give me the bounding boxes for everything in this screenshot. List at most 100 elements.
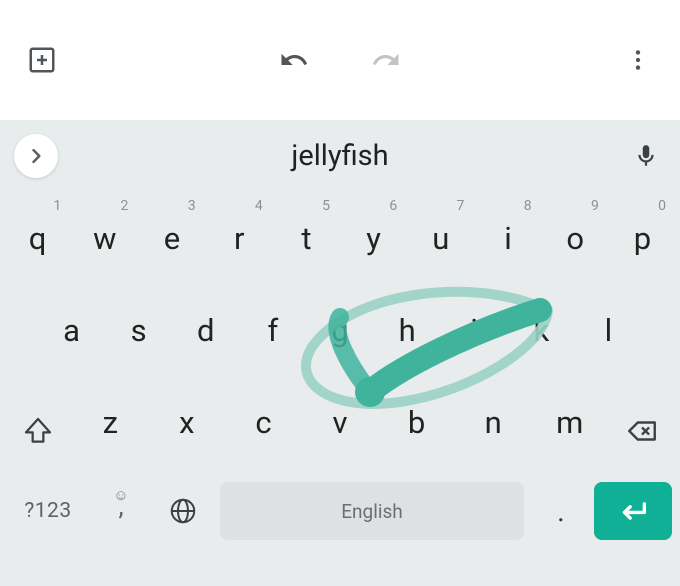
key-label: g (331, 312, 348, 349)
key-l[interactable]: l (575, 284, 642, 376)
redo-button[interactable] (366, 40, 406, 80)
key-c[interactable]: c (225, 404, 302, 441)
microphone-icon (633, 143, 659, 169)
expand-suggestion-button[interactable] (14, 134, 58, 178)
row3-letters: z x c v b n m (72, 404, 608, 441)
key-hint: 6 (389, 198, 397, 214)
comma-emoji-key[interactable]: ☺ , (92, 480, 150, 542)
key-n[interactable]: n (455, 404, 532, 441)
space-key[interactable]: English (220, 482, 524, 540)
key-label: q (29, 220, 47, 257)
key-label: y (366, 220, 381, 257)
suggestion-text[interactable]: jellyfish (291, 139, 388, 173)
overflow-menu-button[interactable] (618, 40, 658, 80)
redo-icon (371, 45, 401, 75)
key-label: . (557, 495, 564, 528)
more-vert-icon (625, 47, 651, 73)
chevron-right-icon (26, 146, 46, 166)
key-h[interactable]: h (374, 284, 441, 376)
key-hint: 9 (591, 198, 599, 214)
key-g[interactable]: g (306, 284, 373, 376)
shift-icon (22, 415, 54, 447)
key-row-2: a s d f g h j k l (0, 284, 680, 376)
key-hint: 4 (255, 198, 263, 214)
key-hint: 8 (524, 198, 532, 214)
key-label: n (485, 404, 502, 441)
key-row-1: 1q 2w 3e 4r 5t 6y 7u 8i 9o 0p (0, 192, 680, 284)
key-e[interactable]: 3e (138, 192, 205, 284)
topbar-right (618, 40, 658, 80)
voice-input-button[interactable] (626, 136, 666, 176)
key-label: x (179, 404, 194, 441)
key-m[interactable]: m (531, 404, 608, 441)
key-w[interactable]: 2w (71, 192, 138, 284)
key-label: ?123 (24, 499, 71, 523)
key-label: English (341, 500, 402, 523)
key-i[interactable]: 8i (474, 192, 541, 284)
key-label: z (103, 404, 118, 441)
key-a[interactable]: a (38, 284, 105, 376)
key-rows: 1q 2w 3e 4r 5t 6y 7u 8i 9o 0p a s d f g … (0, 192, 680, 586)
emoji-icon: ☺ (113, 486, 128, 504)
key-label: j (471, 312, 478, 349)
topbar-center (274, 40, 406, 80)
key-hint: 5 (322, 198, 330, 214)
key-p[interactable]: 0p (609, 192, 676, 284)
key-hint: 1 (53, 198, 61, 214)
language-key[interactable] (154, 480, 212, 542)
key-y[interactable]: 6y (340, 192, 407, 284)
key-b[interactable]: b (378, 404, 455, 441)
key-j[interactable]: j (441, 284, 508, 376)
enter-key[interactable] (594, 482, 672, 540)
key-label: v (333, 404, 348, 441)
key-label: w (93, 220, 116, 257)
key-label: m (556, 404, 583, 441)
key-label: u (432, 220, 449, 257)
key-label: e (164, 220, 180, 257)
topbar-left (22, 40, 62, 80)
key-hint: 2 (121, 198, 129, 214)
symbols-key[interactable]: ?123 (8, 480, 88, 542)
key-s[interactable]: s (105, 284, 172, 376)
suggestion-row: jellyfish (0, 120, 680, 192)
key-d[interactable]: d (172, 284, 239, 376)
backspace-icon (625, 414, 659, 448)
key-k[interactable]: k (508, 284, 575, 376)
key-label: l (605, 312, 613, 349)
backspace-key[interactable] (608, 400, 676, 462)
key-row-3: z x c v b n m (0, 376, 680, 468)
key-label: f (267, 312, 278, 349)
key-label: h (399, 312, 416, 349)
plus-box-icon (27, 45, 57, 75)
key-hint: 7 (457, 198, 465, 214)
key-label: p (634, 220, 651, 257)
undo-button[interactable] (274, 40, 314, 80)
key-o[interactable]: 9o (542, 192, 609, 284)
key-f[interactable]: f (239, 284, 306, 376)
key-z[interactable]: z (72, 404, 149, 441)
key-u[interactable]: 7u (407, 192, 474, 284)
key-label: b (408, 404, 425, 441)
key-v[interactable]: v (302, 404, 379, 441)
enter-icon (616, 494, 650, 528)
key-x[interactable]: x (149, 404, 226, 441)
key-label: r (234, 220, 245, 257)
undo-icon (279, 45, 309, 75)
key-label: t (301, 220, 311, 257)
key-row-4: ?123 ☺ , English . (0, 468, 680, 554)
key-q[interactable]: 1q (4, 192, 71, 284)
keyboard: jellyfish 1q 2w 3e 4r 5t 6y 7u 8i 9o 0p … (0, 120, 680, 586)
key-r[interactable]: 4r (206, 192, 273, 284)
key-hint: 0 (658, 198, 666, 214)
key-label: d (197, 312, 214, 349)
key-t[interactable]: 5t (273, 192, 340, 284)
key-label: k (533, 312, 549, 349)
period-key[interactable]: . (532, 480, 590, 542)
new-note-button[interactable] (22, 40, 62, 80)
app-topbar (0, 0, 680, 120)
key-label: i (504, 220, 512, 257)
key-label: s (131, 312, 147, 349)
shift-key[interactable] (4, 400, 72, 462)
globe-icon (168, 496, 198, 526)
key-hint: 3 (188, 198, 196, 214)
